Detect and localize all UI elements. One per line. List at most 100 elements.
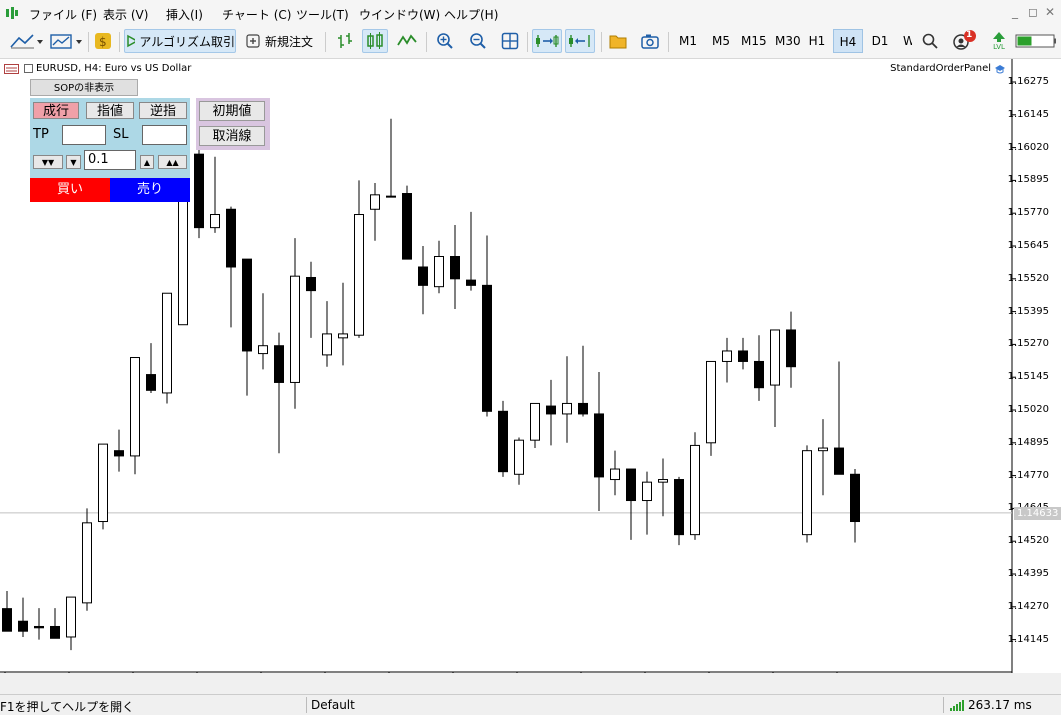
tile-windows-button[interactable] bbox=[498, 29, 522, 53]
candle[interactable] bbox=[274, 332, 284, 454]
candle[interactable] bbox=[434, 240, 444, 294]
candle[interactable] bbox=[226, 206, 236, 328]
candle[interactable] bbox=[258, 293, 268, 370]
menu-insert[interactable]: 挿入(I) bbox=[166, 6, 203, 23]
candle[interactable] bbox=[450, 225, 460, 309]
timeframe-h4[interactable]: H4 bbox=[833, 29, 863, 53]
new-order-button[interactable]: 新規注文 bbox=[241, 29, 317, 53]
candle[interactable] bbox=[754, 335, 764, 401]
candle[interactable] bbox=[482, 235, 492, 417]
candle[interactable] bbox=[98, 443, 108, 530]
candle[interactable] bbox=[626, 468, 636, 540]
candle[interactable] bbox=[66, 596, 76, 651]
candle[interactable] bbox=[546, 379, 556, 446]
candle[interactable] bbox=[706, 360, 716, 456]
candle[interactable] bbox=[2, 591, 12, 632]
timeframe-d1[interactable]: D1 bbox=[866, 29, 894, 53]
candle[interactable] bbox=[418, 246, 428, 315]
candle[interactable] bbox=[738, 337, 748, 370]
candle[interactable] bbox=[18, 597, 28, 637]
candle[interactable] bbox=[194, 141, 204, 239]
lot-decrease-button[interactable]: ▼ bbox=[66, 155, 81, 169]
candle[interactable] bbox=[82, 508, 92, 611]
notifications-button[interactable]: 1 bbox=[950, 29, 978, 53]
candle[interactable] bbox=[210, 156, 220, 233]
candle[interactable] bbox=[594, 371, 604, 512]
cancel-lines-button[interactable]: 取消線 bbox=[199, 126, 265, 146]
lot-increase-button[interactable]: ▲ bbox=[140, 155, 154, 169]
candle[interactable] bbox=[722, 337, 732, 383]
candle[interactable] bbox=[674, 476, 684, 546]
signal-level-button[interactable]: LVL bbox=[986, 29, 1012, 53]
candle[interactable] bbox=[386, 118, 396, 198]
lot-increase-big-button[interactable]: ▲▲ bbox=[158, 155, 187, 169]
algo-trading-button[interactable]: アルゴリズム取引 bbox=[124, 29, 236, 53]
timeframe-m1[interactable]: M1 bbox=[673, 29, 703, 53]
candle[interactable] bbox=[658, 458, 668, 517]
candle[interactable] bbox=[114, 429, 124, 472]
lot-decrease-big-button[interactable]: ▼▼ bbox=[33, 155, 63, 169]
stop-order-button[interactable]: 逆指 bbox=[139, 102, 187, 119]
candle[interactable] bbox=[242, 258, 252, 396]
candle[interactable] bbox=[562, 356, 572, 443]
timeframe-m30[interactable]: M30 bbox=[770, 29, 804, 53]
candle[interactable] bbox=[338, 282, 348, 366]
candle[interactable] bbox=[514, 437, 524, 485]
candle[interactable] bbox=[850, 469, 860, 543]
menu-view[interactable]: 表示 (V) bbox=[103, 6, 148, 23]
candlestick-button[interactable] bbox=[362, 29, 388, 53]
timeframe-h1[interactable]: H1 bbox=[803, 29, 831, 53]
minimize-button[interactable]: _ bbox=[1012, 5, 1018, 19]
timeframe-m15[interactable]: M15 bbox=[736, 29, 770, 53]
candle[interactable] bbox=[498, 400, 508, 477]
buy-button[interactable]: 買い bbox=[30, 178, 110, 202]
sell-button[interactable]: 売り bbox=[110, 178, 190, 202]
chart-shift-button[interactable] bbox=[565, 29, 595, 53]
close-button[interactable]: ✕ bbox=[1045, 5, 1055, 19]
auto-scroll-button[interactable] bbox=[532, 29, 562, 53]
candle[interactable] bbox=[466, 211, 476, 291]
timeframe-w1[interactable]: W bbox=[898, 29, 912, 53]
candle[interactable] bbox=[354, 180, 364, 338]
reset-values-button[interactable]: 初期値 bbox=[199, 101, 265, 121]
zoom-in-button[interactable] bbox=[433, 29, 457, 53]
hide-panel-button[interactable]: SOPの非表示 bbox=[30, 79, 138, 96]
candle[interactable] bbox=[34, 608, 44, 640]
candle[interactable] bbox=[802, 445, 812, 543]
candle[interactable] bbox=[50, 608, 60, 639]
menu-window[interactable]: ウインドウ(W) bbox=[359, 6, 440, 23]
menu-tools[interactable]: ツール(T) bbox=[296, 6, 349, 23]
limit-order-button[interactable]: 指値 bbox=[86, 102, 134, 119]
candle[interactable] bbox=[578, 345, 588, 417]
candle[interactable] bbox=[786, 311, 796, 388]
candle[interactable] bbox=[610, 450, 620, 496]
candle[interactable] bbox=[690, 432, 700, 540]
screenshot-button[interactable] bbox=[638, 29, 662, 53]
candle[interactable] bbox=[770, 329, 780, 428]
chart-window[interactable]: EURUSD, H4: Euro vs US Dollar StandardOr… bbox=[0, 59, 1061, 673]
bar-chart-button[interactable] bbox=[332, 29, 358, 53]
candle[interactable] bbox=[130, 357, 140, 475]
search-button[interactable] bbox=[918, 29, 942, 53]
candle[interactable] bbox=[642, 471, 652, 535]
candle[interactable] bbox=[370, 183, 380, 241]
candle[interactable] bbox=[402, 185, 412, 260]
candle[interactable] bbox=[290, 238, 300, 409]
candle[interactable] bbox=[530, 402, 540, 449]
candle[interactable] bbox=[306, 261, 316, 338]
sl-input[interactable] bbox=[142, 125, 187, 145]
indicators-dropdown[interactable] bbox=[48, 29, 84, 53]
menu-help[interactable]: ヘルプ(H) bbox=[444, 6, 498, 23]
open-folder-button[interactable] bbox=[606, 29, 630, 53]
zoom-out-button[interactable] bbox=[466, 29, 490, 53]
profile-name[interactable]: Default bbox=[311, 698, 355, 712]
menu-file[interactable]: ファイル (F) bbox=[29, 6, 97, 23]
restore-button[interactable]: ◻ bbox=[1028, 5, 1038, 19]
candle[interactable] bbox=[162, 292, 172, 404]
market-order-button[interactable]: 成行 bbox=[33, 102, 79, 119]
candle[interactable] bbox=[322, 301, 332, 367]
tp-input[interactable] bbox=[62, 125, 106, 145]
line-chart-button[interactable] bbox=[394, 29, 420, 53]
trading-button[interactable]: $ bbox=[91, 29, 115, 53]
timeframe-m5[interactable]: M5 bbox=[706, 29, 736, 53]
